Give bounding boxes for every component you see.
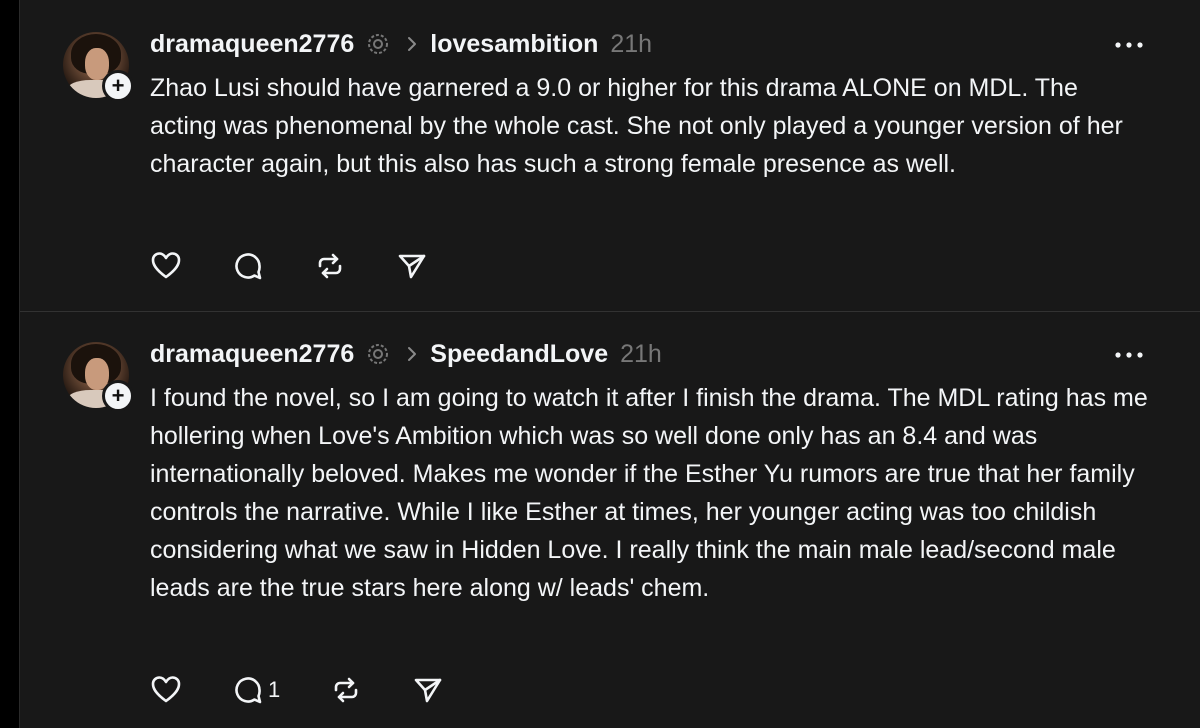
- post-text: Zhao Lusi should have garnered a 9.0 or …: [150, 74, 1123, 178]
- post-actions: [150, 248, 428, 284]
- repost-icon: [318, 253, 342, 279]
- reply-button[interactable]: [232, 248, 314, 284]
- timestamp: 21h: [620, 339, 662, 368]
- more-icon[interactable]: [1113, 350, 1145, 360]
- comment-icon: [235, 677, 262, 704]
- heart-icon: [151, 676, 181, 703]
- app-window: + dramaqueen2776 lovesambition 21h Zhao …: [0, 0, 1200, 728]
- verified-icon: [368, 34, 389, 54]
- post-1[interactable]: + dramaqueen2776 lovesambition 21h Zhao …: [20, 0, 1200, 311]
- comment-icon: [235, 253, 262, 280]
- username[interactable]: dramaqueen2776: [150, 340, 354, 369]
- post-header: dramaqueen2776 SpeedandLove 21h: [150, 338, 662, 370]
- timestamp: 21h: [610, 29, 653, 58]
- reply-count: 1: [268, 677, 281, 702]
- post-text: I found the novel, so I am going to watc…: [150, 384, 1148, 602]
- like-button[interactable]: [150, 248, 232, 284]
- chevron-right-icon: [408, 37, 417, 51]
- follow-button[interactable]: +: [102, 380, 134, 412]
- reply-button[interactable]: 1: [232, 672, 330, 708]
- more-icon[interactable]: [1113, 40, 1145, 50]
- send-icon: [398, 254, 426, 279]
- topic-link[interactable]: lovesambition: [430, 30, 598, 59]
- repost-button[interactable]: [314, 248, 396, 284]
- chevron-right-icon: [408, 347, 417, 361]
- post-header: dramaqueen2776 lovesambition 21h: [150, 28, 652, 60]
- share-button[interactable]: [412, 672, 444, 708]
- like-button[interactable]: [150, 672, 232, 708]
- verified-icon: [368, 344, 389, 364]
- topic-link[interactable]: SpeedandLove: [430, 340, 608, 369]
- send-icon: [414, 678, 442, 703]
- post-2[interactable]: + dramaqueen2776 SpeedandLove 21h I foun…: [20, 312, 1200, 728]
- heart-icon: [151, 252, 181, 279]
- repost-icon: [334, 677, 358, 703]
- feed-panel: + dramaqueen2776 lovesambition 21h Zhao …: [19, 0, 1200, 728]
- follow-button[interactable]: +: [102, 70, 134, 102]
- repost-button[interactable]: [330, 672, 412, 708]
- username[interactable]: dramaqueen2776: [150, 30, 354, 59]
- share-button[interactable]: [396, 248, 428, 284]
- post-actions: 1: [150, 672, 444, 708]
